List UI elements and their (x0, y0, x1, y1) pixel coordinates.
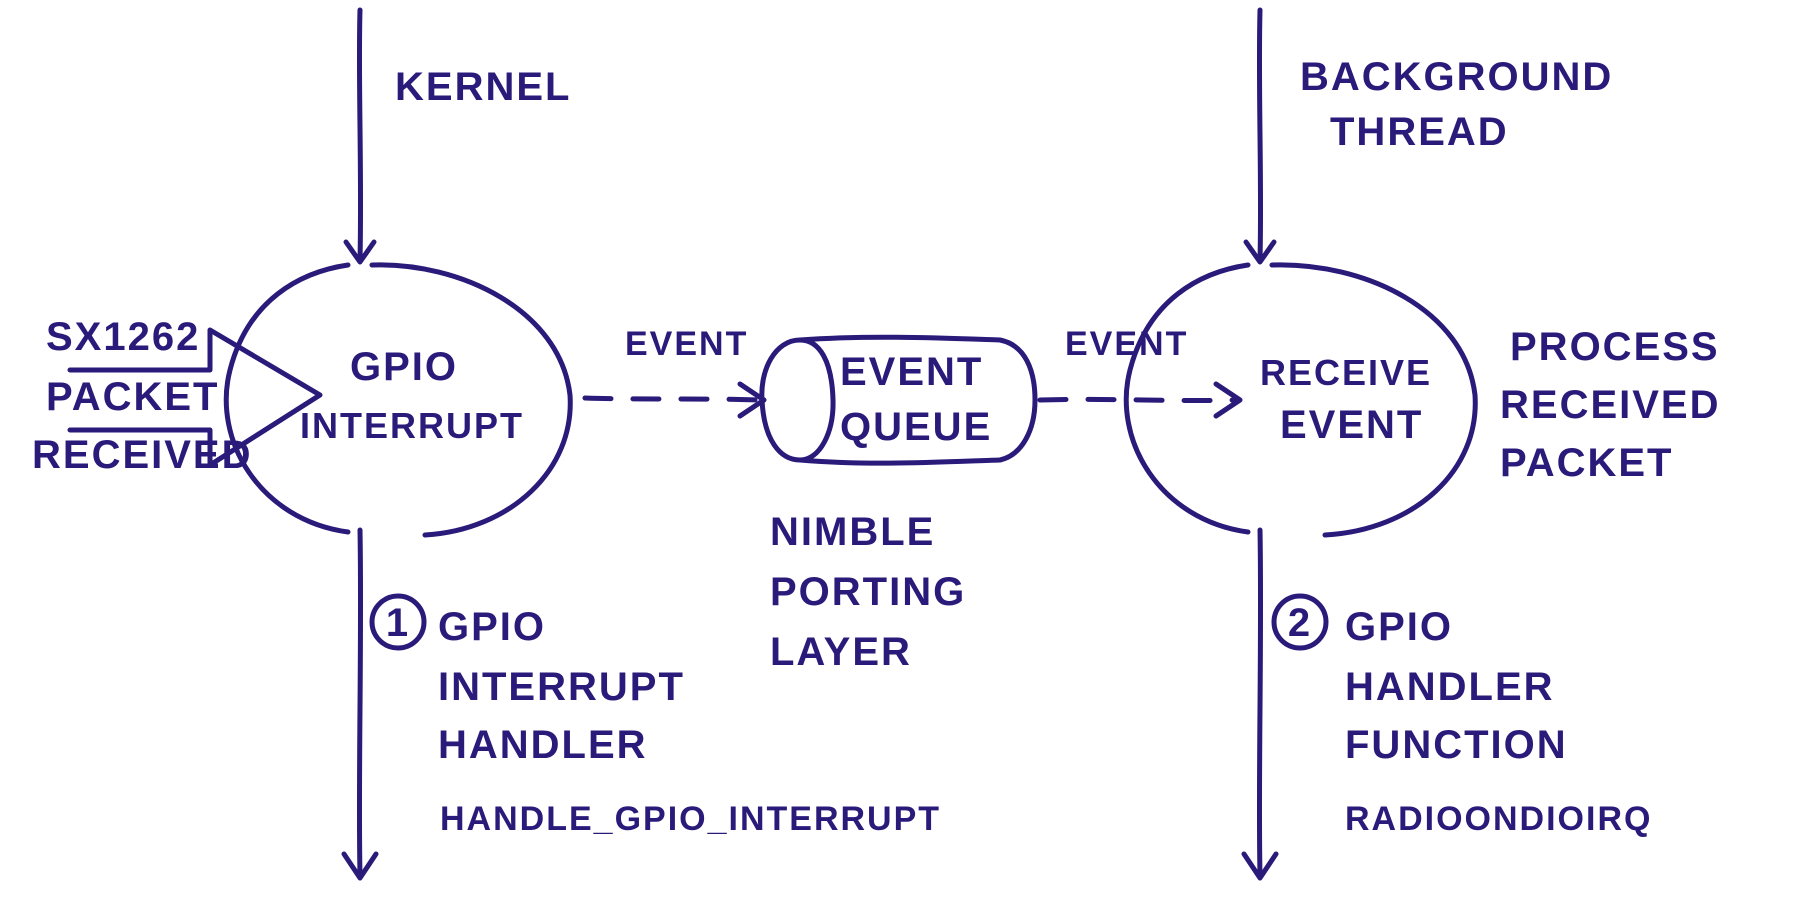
svg-text:1: 1 (386, 601, 410, 645)
label-output-2: RECEIVED (1500, 383, 1721, 427)
label-left-circle-2: INTERRUPT (300, 405, 524, 446)
label-step2-a: GPIO (1345, 605, 1453, 649)
event-arrow-right (1040, 384, 1240, 416)
label-left-circle-1: GPIO (350, 345, 458, 389)
label-right-circle-1: RECEIVE (1260, 352, 1432, 393)
label-right-circle-2: EVENT (1280, 403, 1423, 447)
label-background-1: BACKGROUND (1300, 55, 1613, 99)
label-input-1: SX1262 (46, 315, 200, 359)
label-nimble-2: PORTING (770, 570, 966, 614)
label-nimble-1: NIMBLE (770, 510, 935, 554)
label-input-2: PACKET (46, 375, 219, 419)
label-step2-d: RADIOONDIOIRQ (1345, 800, 1652, 838)
label-queue-1: EVENT (840, 350, 983, 394)
label-step1-d: HANDLE_GPIO_INTERRUPT (440, 800, 941, 838)
label-input-3: RECEIVED (32, 433, 253, 477)
label-step2-c: FUNCTION (1345, 723, 1568, 767)
label-step1-a: GPIO (438, 605, 546, 649)
event-arrow-left (585, 384, 764, 416)
label-kernel: KERNEL (395, 65, 571, 109)
label-event-left: EVENT (625, 325, 748, 363)
label-background-2: THREAD (1330, 110, 1509, 154)
svg-text:2: 2 (1288, 601, 1312, 645)
label-step1-c: HANDLER (438, 723, 648, 767)
step-1-marker: 1 (372, 596, 424, 648)
label-event-right: EVENT (1065, 325, 1188, 363)
diagram-canvas: 1 2 KERNEL BACKGROUND THREAD SX1262 PACK… (0, 0, 1797, 898)
label-output-3: PACKET (1500, 441, 1673, 485)
label-queue-2: QUEUE (840, 405, 992, 449)
label-nimble-3: LAYER (770, 630, 912, 674)
label-output-1: PROCESS (1510, 325, 1720, 369)
label-step1-b: INTERRUPT (438, 665, 685, 709)
step-2-marker: 2 (1274, 596, 1326, 648)
label-step2-b: HANDLER (1345, 665, 1555, 709)
